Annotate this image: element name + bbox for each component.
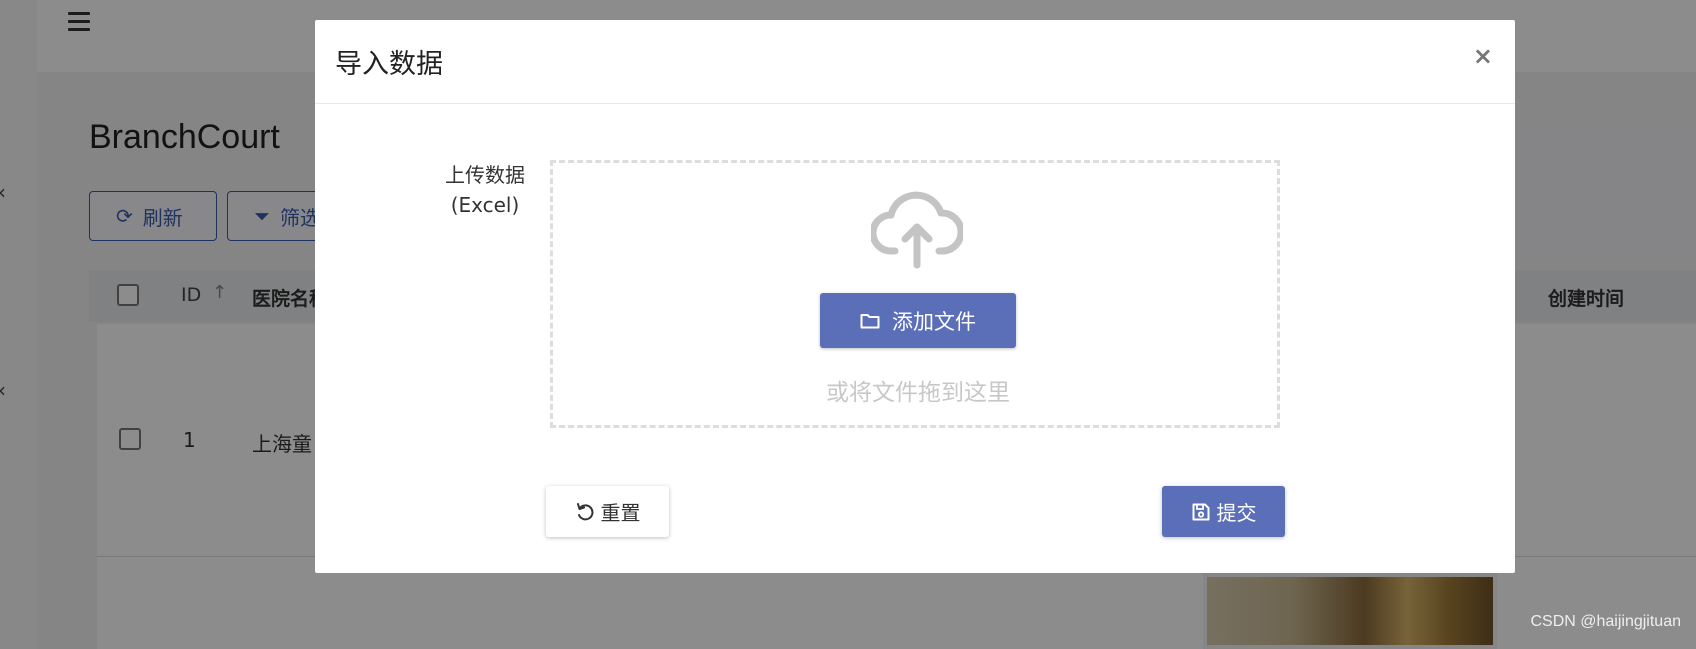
cloud-upload-icon bbox=[871, 191, 963, 269]
upload-label-line2: (Excel) bbox=[450, 193, 520, 217]
upload-field-label: 上传数据 (Excel) bbox=[435, 160, 535, 220]
folder-icon bbox=[860, 313, 880, 328]
dialog-header: 导入数据 × bbox=[315, 20, 1515, 104]
submit-label: 提交 bbox=[1216, 501, 1257, 525]
watermark: CSDN @haijingjituan bbox=[1530, 613, 1681, 630]
page: ‹ ‹ BranchCourt ⟳ 刷新 ⏷ 筛选 ID ↑ 医院名称 创建时间… bbox=[0, 0, 1696, 649]
reset-button[interactable]: 重置 bbox=[546, 486, 669, 537]
undo-icon bbox=[576, 502, 593, 520]
submit-button[interactable]: 提交 bbox=[1162, 486, 1285, 537]
add-file-button[interactable]: 添加文件 bbox=[820, 293, 1016, 348]
drop-hint: 或将文件拖到这里 bbox=[826, 380, 1010, 406]
reset-label: 重置 bbox=[600, 501, 641, 525]
upload-label-line1: 上传数据 bbox=[445, 163, 525, 187]
add-file-label: 添加文件 bbox=[892, 309, 976, 334]
import-data-dialog: 导入数据 × 上传数据 (Excel) 添加文件 或将文件拖到这里 重置 提交 bbox=[315, 20, 1515, 573]
file-dropzone[interactable]: 添加文件 或将文件拖到这里 bbox=[550, 160, 1280, 428]
dialog-title: 导入数据 bbox=[335, 49, 443, 80]
close-icon[interactable]: × bbox=[1473, 42, 1493, 70]
save-icon bbox=[1192, 503, 1209, 520]
